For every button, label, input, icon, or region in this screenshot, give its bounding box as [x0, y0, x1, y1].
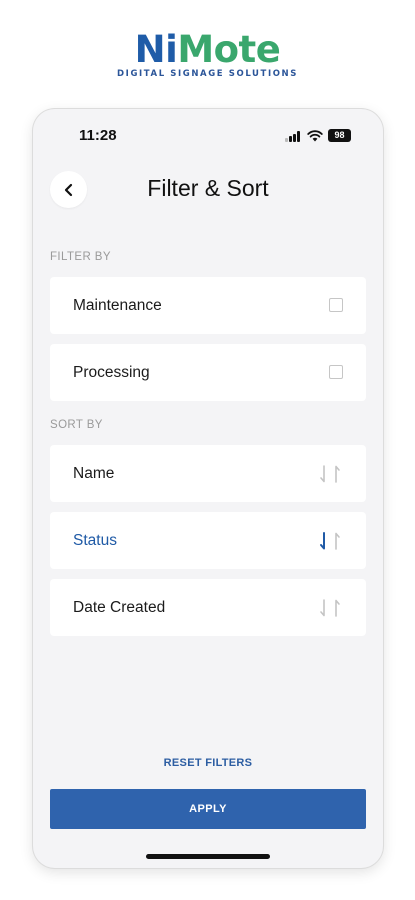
maintenance-checkbox[interactable] — [329, 298, 343, 312]
signal-icon — [285, 131, 302, 142]
reset-filters-button[interactable]: RESET FILTERS — [33, 757, 383, 769]
logo-wordmark: NiMote — [0, 28, 415, 72]
filter-option-label: Maintenance — [73, 297, 162, 314]
sort-arrows-icon[interactable] — [316, 464, 344, 484]
sort-option-date-created[interactable]: Date Created — [50, 579, 366, 636]
filter-option-label: Processing — [73, 364, 150, 381]
app-logo: NiMote DIGITAL SIGNAGE SOLUTIONS — [0, 28, 415, 79]
apply-button[interactable]: APPLY — [50, 789, 366, 829]
sort-option-label: Name — [73, 465, 115, 482]
logo-text-mote: Mote — [177, 28, 281, 71]
sort-option-label: Status — [73, 532, 117, 549]
wifi-icon — [307, 130, 323, 142]
sort-section-label: SORT BY — [50, 419, 103, 431]
sort-option-status[interactable]: Status — [50, 512, 366, 569]
status-time: 11:28 — [79, 127, 117, 144]
logo-text-ni: Ni — [134, 28, 178, 71]
filter-option-processing[interactable]: Processing — [50, 344, 366, 401]
sort-arrows-icon[interactable] — [316, 531, 344, 551]
sort-arrows-icon[interactable] — [316, 598, 344, 618]
home-indicator[interactable] — [146, 854, 270, 859]
sort-option-name[interactable]: Name — [50, 445, 366, 502]
battery-icon: 98 — [328, 129, 351, 142]
sort-option-label: Date Created — [73, 599, 166, 616]
page-title: Filter & Sort — [147, 175, 269, 201]
status-bar: 11:28 98 — [33, 127, 383, 147]
processing-checkbox[interactable] — [329, 365, 343, 379]
filter-section-label: FILTER BY — [50, 251, 111, 263]
phone-screen: 11:28 98 Filter & Sort FILTER BY Mainten… — [33, 109, 383, 868]
logo-tagline: DIGITAL SIGNAGE SOLUTIONS — [117, 69, 298, 79]
filter-option-maintenance[interactable]: Maintenance — [50, 277, 366, 334]
